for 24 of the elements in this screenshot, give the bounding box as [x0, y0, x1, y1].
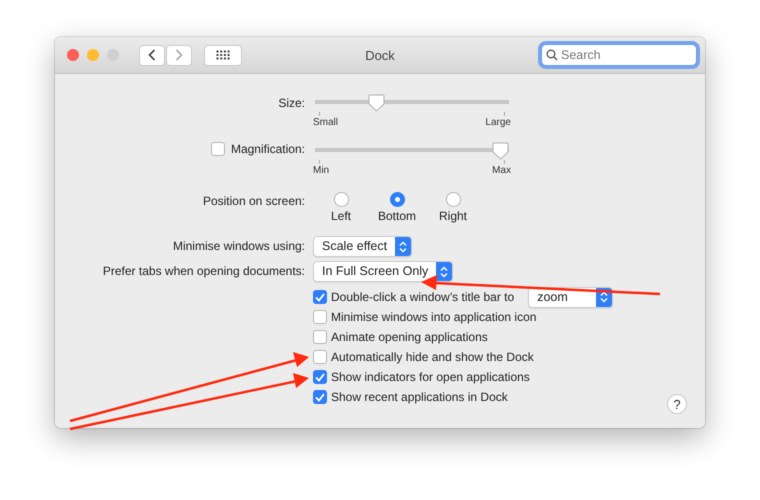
popup-button[interactable]: In Full Screen Only [313, 261, 454, 282]
search-input[interactable]: Search [561, 48, 681, 62]
slider-min-label: Min [313, 165, 330, 177]
radio-label: Left [330, 209, 351, 224]
checkbox-label: Animate opening applications [331, 330, 488, 344]
popup-button[interactable]: Scale effect [313, 236, 412, 257]
help-button[interactable]: ? [667, 394, 687, 414]
checkbox-label: Minimise windows into application icon [331, 310, 536, 324]
slider-max-label: Large [485, 117, 511, 129]
checkbox-label: Show indicators for open applications [331, 370, 530, 384]
popup-label: Prefer tabs when opening documents: [102, 263, 305, 280]
size-label: Size: [278, 95, 305, 112]
checkbox-label: Show recent applications in Dock [331, 390, 508, 404]
position-label: Position on screen: [202, 193, 305, 210]
radio-label: Bottom [378, 209, 416, 224]
checkbox-label: Double-click a window’s title bar to [331, 290, 514, 304]
slider-min-label: Small [313, 117, 338, 129]
radio-label: Right [438, 209, 467, 224]
search-field[interactable]: Search [541, 44, 697, 66]
checkbox-label: Automatically hide and show the Dock [331, 350, 534, 364]
popup-label: Minimise windows using: [172, 238, 305, 255]
window-title: Dock [365, 48, 395, 62]
magnification-label: Magnification: [230, 142, 305, 157]
slider-max-label: Max [492, 165, 511, 177]
